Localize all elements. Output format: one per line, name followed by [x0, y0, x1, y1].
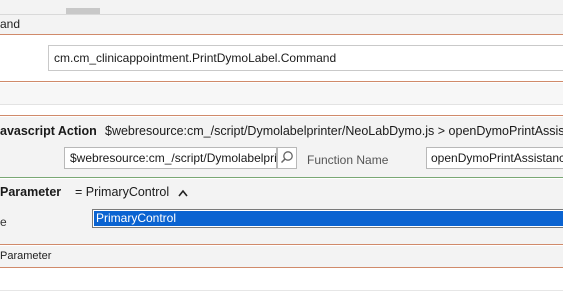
library-search-button[interactable] [277, 147, 297, 169]
parameter-title: Parameter [0, 185, 62, 199]
parameter-option-selected[interactable]: PrimaryControl [94, 211, 563, 226]
javascript-action-title: avascript Action [0, 124, 97, 138]
parameter-row-label: Parameter [0, 250, 52, 262]
parameter-collapsed-row[interactable] [0, 246, 563, 268]
function-name-input[interactable]: openDymoPrintAssistanc [426, 147, 563, 169]
function-name-label: Function Name [307, 153, 389, 167]
command-input[interactable]: cm.cm_clinicappointment.PrintDymoLabel.C… [48, 45, 563, 71]
search-icon [280, 151, 293, 164]
collapsed-section-row[interactable] [0, 83, 563, 105]
command-header[interactable] [0, 15, 563, 35]
parameter-field-label: e [0, 215, 7, 229]
parameter-summary: = PrimaryControl [75, 185, 170, 199]
library-input[interactable]: $webresource:cm_/script/Dymolabelpri [64, 147, 277, 169]
collapse-button[interactable] [176, 186, 190, 200]
command-header-label: and [0, 17, 21, 31]
javascript-action-description: $webresource:cm_/script/Dymolabelprinter… [105, 124, 563, 138]
section-divider [0, 106, 563, 116]
bottom-divider [0, 290, 563, 291]
bottom-area [0, 269, 563, 296]
chevron-up-icon [178, 189, 188, 197]
